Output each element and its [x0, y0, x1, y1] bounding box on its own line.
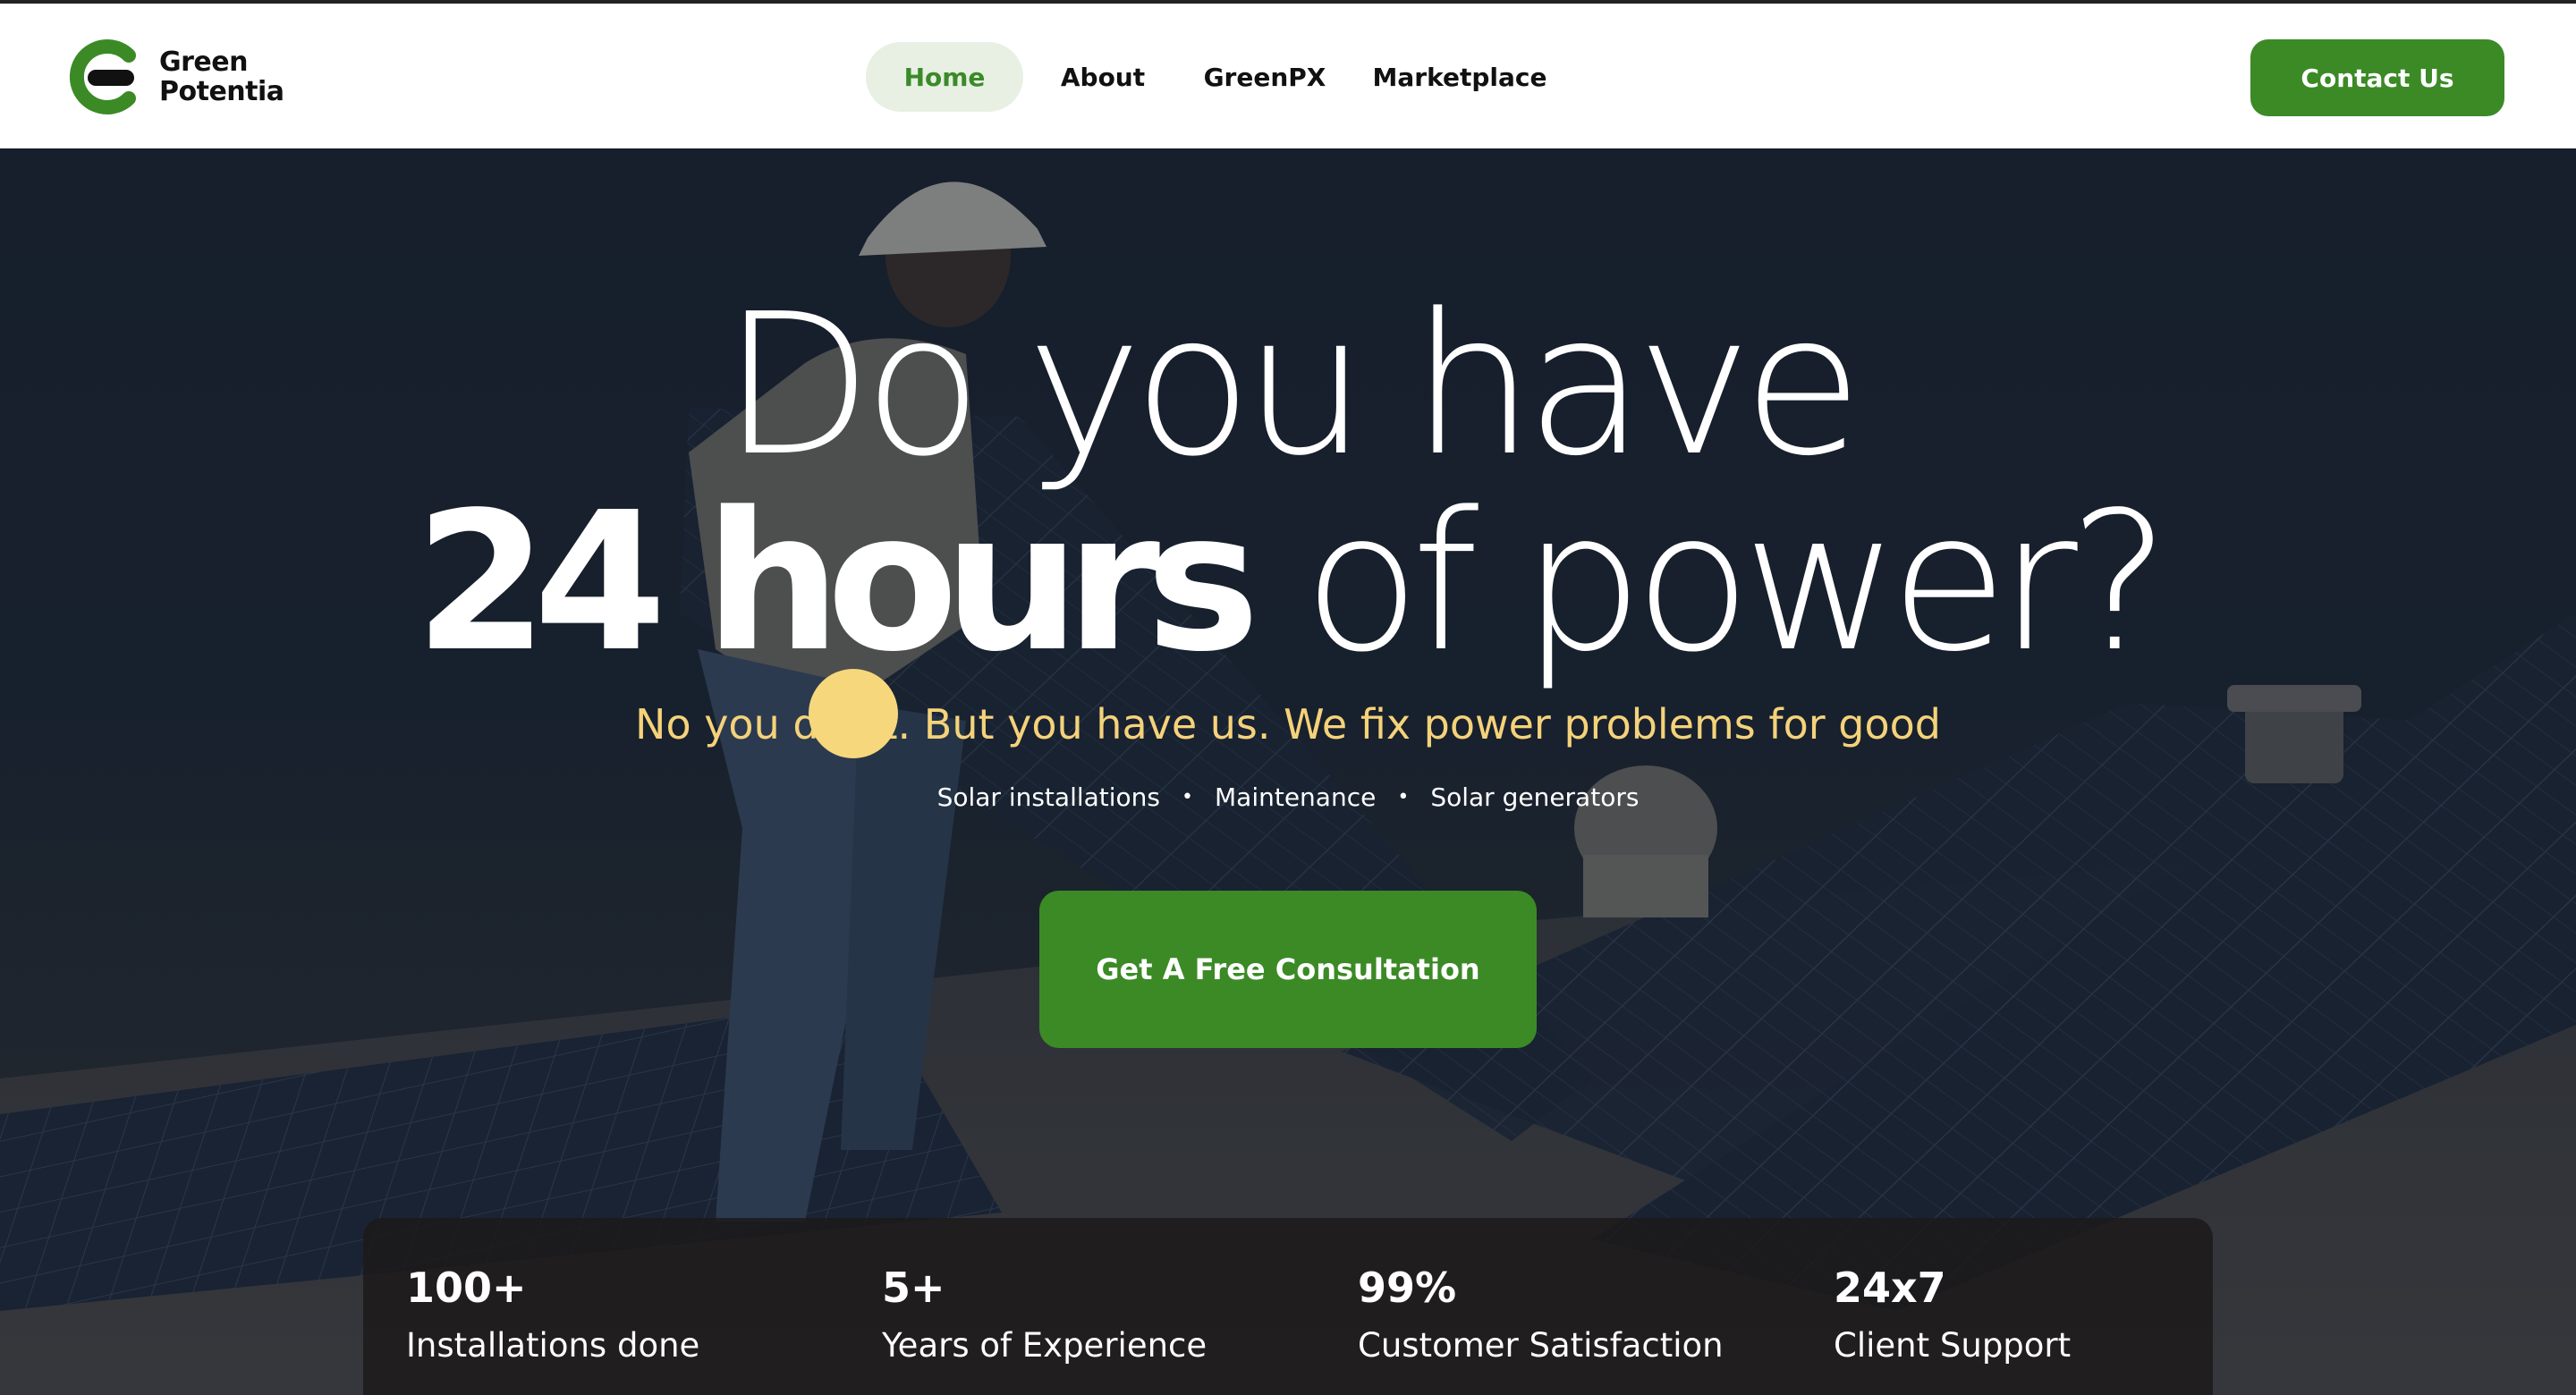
stat-label: Installations done — [406, 1326, 700, 1365]
contact-us-button[interactable]: Contact Us — [2250, 39, 2504, 116]
free-consultation-button[interactable]: Get A Free Consultation — [1039, 891, 1537, 1048]
stat-installations: 100+ Installations done — [406, 1263, 699, 1366]
hero-headline-light: of power? — [1303, 471, 2170, 694]
stat-value: 5+ — [882, 1264, 945, 1312]
brand-name-line2: Potentia — [159, 76, 284, 107]
nav-item-home[interactable]: Home — [866, 42, 1023, 112]
service-solar-installations: Solar installations — [936, 782, 1161, 812]
nav-item-marketplace[interactable]: Marketplace — [1356, 42, 1563, 112]
stat-label: Client Support — [1834, 1326, 2072, 1365]
brand-logo[interactable]: Green Potentia — [70, 39, 284, 114]
stat-label: Years of Experience — [882, 1326, 1208, 1365]
brand-name: Green Potentia — [159, 47, 284, 106]
hero-headline-bold: 24 hours — [414, 471, 1260, 694]
service-separator: • — [1397, 786, 1410, 808]
hero-subheadline: No you don't. But you have us. We fix po… — [635, 700, 1941, 748]
service-separator: • — [1182, 786, 1193, 808]
hero-headline-line2: 24 hours of power? — [0, 476, 2576, 690]
stat-support: 24x7 Client Support — [1834, 1263, 2071, 1366]
nav-item-greenpx[interactable]: GreenPX — [1186, 42, 1343, 112]
top-navigation-bar: Green Potentia Home About GreenPX Market… — [0, 4, 2576, 148]
hero-section: Do you have 24 hours of power? No you do… — [0, 148, 2576, 1395]
nav-item-about[interactable]: About — [1039, 42, 1166, 112]
stat-satisfaction: 99% Customer Satisfaction — [1358, 1263, 1724, 1366]
stats-panel: 100+ Installations done 5+ Years of Expe… — [363, 1218, 2213, 1395]
service-maintenance: Maintenance — [1215, 782, 1377, 812]
stat-label: Customer Satisfaction — [1358, 1326, 1724, 1365]
green-potentia-logo-icon — [70, 39, 141, 114]
custom-cursor-dot — [809, 669, 898, 758]
main-menu: Home About GreenPX Marketplace — [866, 42, 1563, 112]
services-list: Solar installations • Maintenance • Sola… — [0, 780, 2576, 816]
service-solar-generators: Solar generators — [1430, 782, 1640, 812]
brand-name-line1: Green — [159, 46, 248, 78]
stat-experience: 5+ Years of Experience — [882, 1263, 1207, 1366]
stat-value: 100+ — [406, 1264, 527, 1312]
stat-value: 24x7 — [1834, 1264, 1946, 1312]
stat-value: 99% — [1358, 1264, 1457, 1312]
hero-headline-line1: Do you have — [722, 273, 1862, 499]
